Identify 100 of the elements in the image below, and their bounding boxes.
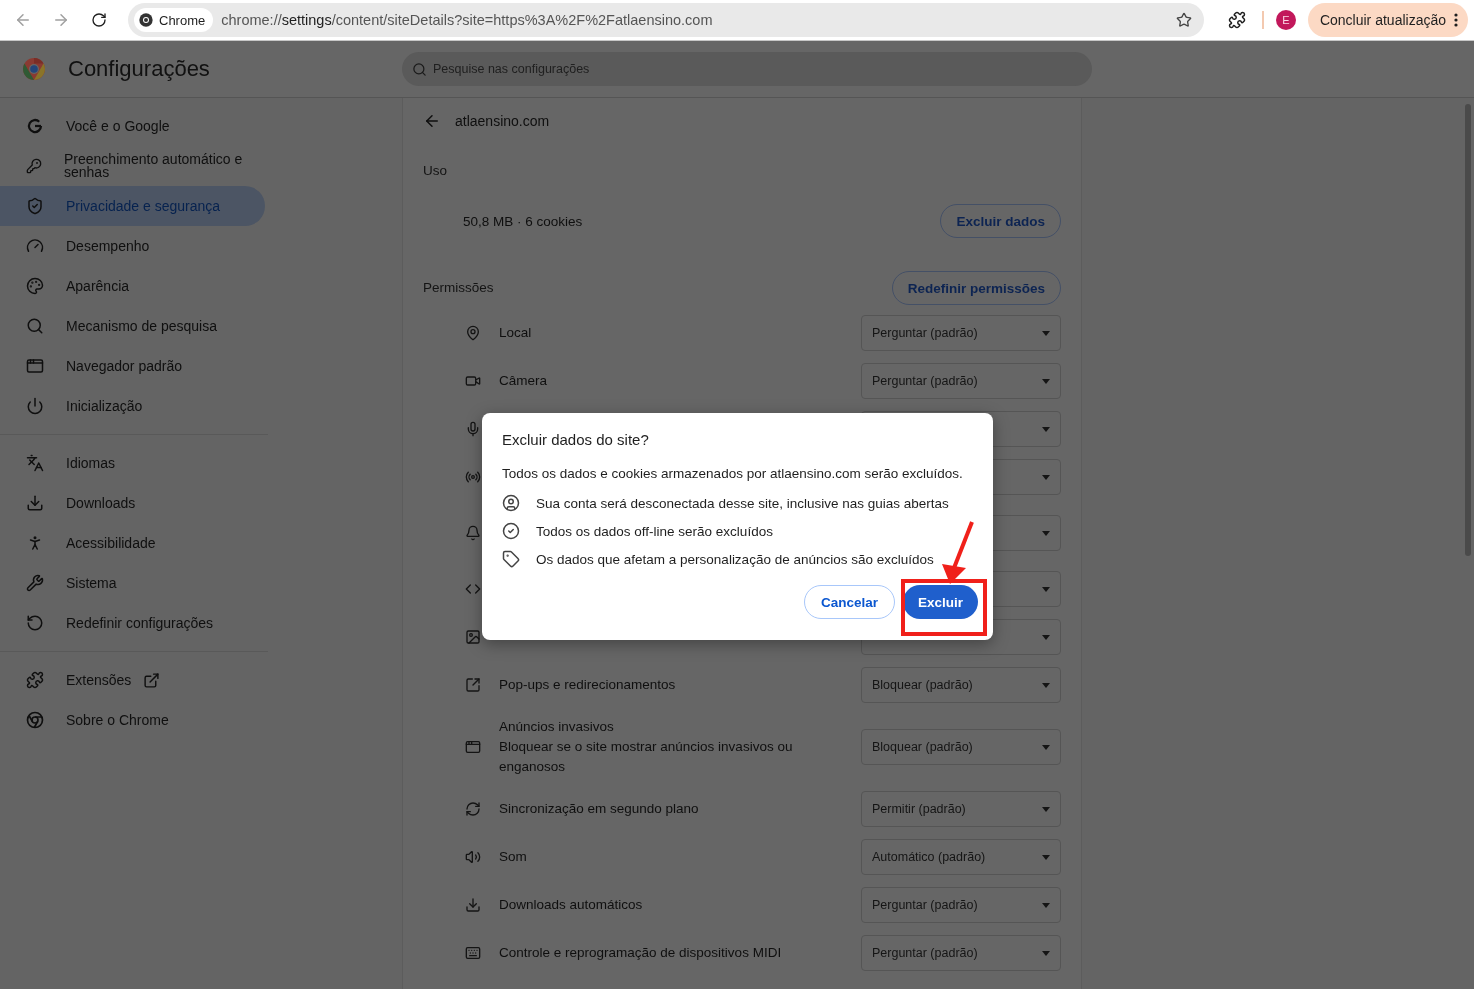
sidebar-item[interactable]: Downloads [0,483,265,523]
profile-avatar[interactable]: E [1275,10,1296,30]
usage-summary: 50,8 MB · 6 cookies [463,213,583,229]
bell-icon [465,525,481,541]
power-icon [26,397,44,415]
chrome-logo-icon [138,12,154,28]
permission-label: Downloads automáticos [499,896,644,914]
image-icon [465,629,481,645]
code-icon [465,581,481,597]
permission-label: Sincronização em segundo plano [499,800,700,818]
url-text: chrome://settings/content/siteDetails?site=https%3A%2F%2Fatlaensino.com [221,12,714,28]
account-icon [502,494,520,512]
site-name: atlaensino.com [455,113,550,129]
caret-icon [1042,744,1050,750]
dialog-title: Excluir dados do site? [502,431,650,448]
permission-label: Local [499,324,533,342]
dialog-item-text: Os dados que afetam a personalização de anúncios são excluídos [536,551,934,567]
window-icon [465,739,481,755]
permission-select[interactable]: Perguntar (padrão) [861,315,1061,351]
section-heading: Uso [423,162,447,180]
puzzle-icon [26,671,44,689]
sidebar-item[interactable]: Acessibilidade [0,523,265,563]
bookmark-star-icon[interactable] [1175,12,1192,28]
download-icon [26,494,44,512]
caret-icon [1042,426,1050,432]
permission-label: Pop-ups e redirecionamentos [499,676,677,694]
sidebar-item[interactable]: Desempenho [0,226,265,266]
site-chip[interactable]: Chrome [134,8,214,32]
sensor-icon [465,469,481,485]
key-icon [26,157,42,175]
permission-select[interactable]: Perguntar (padrão) [861,363,1061,399]
caret-icon [1042,378,1050,384]
permission-label: Câmera [499,372,548,390]
sidebar-item[interactable]: Redefinir configurações [0,603,265,643]
caret-icon [1042,634,1050,640]
chrome-logo-icon [22,57,46,81]
permission-select[interactable]: Bloquear (padrão) [861,667,1061,703]
caret-icon [1042,330,1050,336]
caret-icon [1042,474,1050,480]
caret-icon [1042,854,1050,860]
sync-icon [465,801,481,817]
palette-icon [26,277,44,295]
sidebar-item[interactable]: Mecanismo de pesquisa [0,306,265,346]
translate-icon [26,454,44,472]
permission-label: Anúncios invasivos [499,718,615,736]
permission-label: Controle e reprogramação de dispositivos MIDI [499,944,783,962]
sidebar-item[interactable]: Idiomas [0,443,265,483]
sidebar-item[interactable]: Preenchimento automático e senhas [0,146,265,186]
confirm-delete-button[interactable]: Excluir [902,585,978,619]
sidebar-item[interactable]: Aparência [0,266,265,306]
search-field[interactable]: Pesquise nas configurações [402,52,1092,86]
menu-icon [1454,13,1458,27]
sidebar-item[interactable]: Navegador padrão [0,346,265,386]
caret-icon [1042,806,1050,812]
back-icon [14,11,32,29]
speaker-icon [465,849,481,865]
sidebar-item[interactable]: Inicialização [0,386,265,426]
page-title: Configurações [68,56,211,82]
google-g-icon [26,117,44,135]
permission-description: Bloquear se o site mostrar anúncios invasivos ou enganosos [499,738,794,776]
video-camera-icon [465,373,481,389]
permission-select[interactable]: Permitir (padrão) [861,791,1061,827]
keyboard-icon [465,945,481,961]
sidebar-item[interactable]: Você e o Google [0,106,265,146]
permission-label: Som [499,848,528,866]
window-icon [26,357,44,375]
dialog-item-text: Sua conta será desconectada desse site, inclusive nas guias abertas [536,495,949,511]
search-icon [26,317,44,335]
update-button[interactable]: Concluir atualização [1307,3,1468,37]
permission-select[interactable]: Perguntar (padrão) [861,887,1061,923]
chrome-logo-icon [26,711,44,729]
permission-select[interactable]: Bloquear (padrão) [861,729,1061,765]
sidebar-item[interactable]: Privacidade e segurança [0,186,265,226]
cancel-button[interactable]: Cancelar [803,585,895,619]
location-pin-icon [465,325,481,341]
sidebar-item[interactable]: Sistema [0,563,265,603]
download-icon [465,897,481,913]
dialog-message: Todos os dados e cookies armazenados por atlaensino.com serão excluídos. [502,466,964,481]
shield-icon [26,197,44,215]
sidebar-item[interactable]: Extensões [0,660,265,700]
permission-select[interactable]: Perguntar (padrão) [861,935,1061,971]
reload-icon [91,12,107,28]
caret-icon [1042,902,1050,908]
forward-icon [52,11,70,29]
check-circle-icon [502,522,520,540]
wrench-icon [26,574,44,592]
caret-icon [1042,586,1050,592]
caret-icon [1042,950,1050,956]
permission-select[interactable]: Automático (padrão) [861,839,1061,875]
sidebar-item[interactable]: Sobre o Chrome [0,700,265,740]
microphone-icon [465,421,481,437]
tag-icon [502,550,520,568]
puzzle-icon [1227,11,1246,29]
reset-icon [26,614,44,632]
section-heading: Permissões [423,279,494,297]
address-bar[interactable]: Chrome chrome://settings/content/siteDetails?site=https%3A%2F%2Fatlaensino.com [128,3,1204,37]
popup-icon [465,677,481,693]
search-icon [412,61,427,77]
dialog-item-text: Todos os dados off-line serão excluídos [536,523,773,539]
gauge-icon [26,237,44,255]
